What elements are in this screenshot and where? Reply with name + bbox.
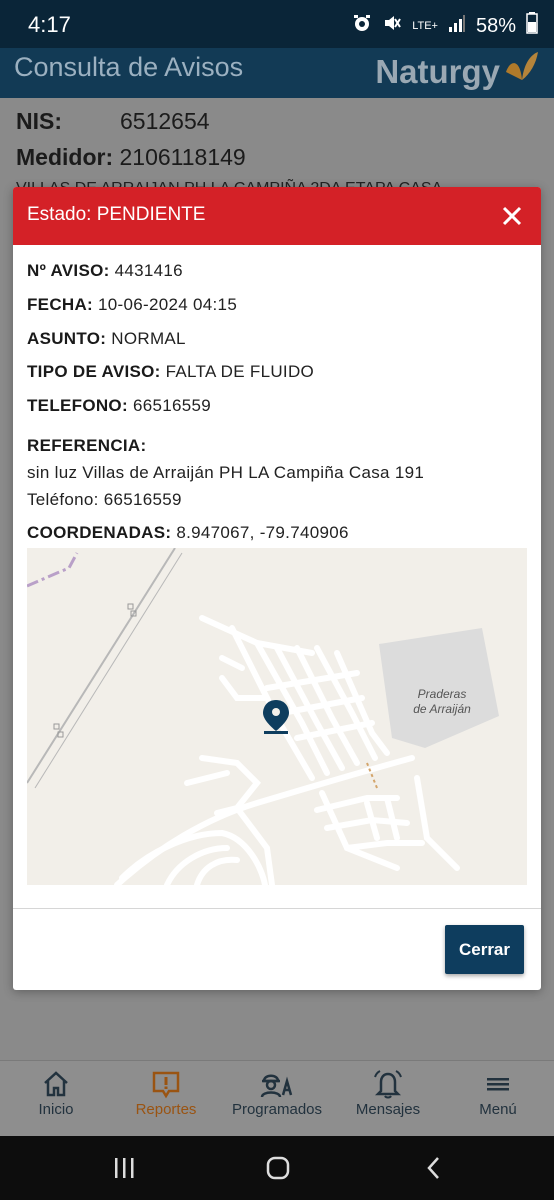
back-icon: [427, 1157, 439, 1179]
system-nav-bar: [0, 1136, 554, 1200]
field-label: TELEFONO:: [27, 396, 128, 415]
field-coordenadas: COORDENADAS: 8.947067, -79.740906: [27, 523, 349, 543]
referencia-label: REFERENCIA:: [27, 436, 147, 455]
field-label: Nº AVISO:: [27, 261, 110, 280]
network-label: LTE+: [412, 20, 438, 32]
field-value: FALTA DE FLUIDO: [165, 362, 315, 381]
nav-item-reportes[interactable]: Reportes: [128, 1067, 204, 1118]
nav-label: Inicio: [38, 1101, 74, 1118]
mute-icon: [382, 13, 402, 39]
battery-icon: [526, 12, 538, 40]
status-icons: LTE+ 58%: [352, 12, 538, 40]
nav-item-menu[interactable]: Menú: [470, 1067, 526, 1118]
recent-apps-icon: [115, 1158, 134, 1178]
butterfly-icon: [502, 50, 540, 95]
hamburger-icon: [470, 1067, 526, 1101]
dialog-title: Estado: PENDIENTE: [27, 204, 206, 225]
field-telefono: TELEFONO: 66516559: [27, 396, 211, 416]
coordenadas-label: COORDENADAS:: [27, 523, 172, 542]
aviso-detail-dialog: Estado: PENDIENTE Nº AVISO: 4431416 FECH…: [13, 187, 541, 990]
field-fecha: FECHA: 10-06-2024 04:15: [27, 295, 237, 315]
home-circle-icon: [266, 1156, 290, 1180]
recent-apps-button[interactable]: [112, 1156, 136, 1185]
field-asunto: ASUNTO: NORMAL: [27, 329, 186, 349]
bottom-navigation: Inicio Reportes Programados Mensajes Men…: [0, 1060, 554, 1136]
bell-icon: [348, 1067, 428, 1101]
status-bar: 4:17 LTE+ 58%: [0, 0, 554, 48]
brand-logo: Naturgy: [375, 50, 540, 94]
worker-icon: [224, 1067, 330, 1101]
referencia-line: sin luz Villas de Arraiján PH LA Campiña…: [27, 463, 425, 482]
close-icon: [502, 206, 522, 226]
nis-label: NIS:: [16, 108, 62, 134]
coordenadas-value: 8.947067, -79.740906: [176, 523, 349, 542]
nav-label: Programados: [231, 1101, 323, 1118]
brand-name: Naturgy: [375, 53, 500, 90]
nav-item-inicio[interactable]: Inicio: [28, 1067, 84, 1118]
referencia-line: Teléfono: 66516559: [27, 490, 182, 509]
medidor-label: Medidor:: [16, 144, 114, 170]
dialog-divider: [13, 908, 541, 909]
dialog-header: Estado: PENDIENTE: [13, 187, 541, 245]
map-label: de Arraiján: [413, 702, 471, 716]
nav-item-programados[interactable]: Programados: [224, 1067, 330, 1118]
medidor-value: 2106118149: [119, 144, 246, 170]
field-tipo-aviso: TIPO DE AVISO: FALTA DE FLUIDO: [27, 362, 314, 382]
alarm-icon: [352, 13, 372, 39]
nav-label: Reportes: [135, 1101, 197, 1118]
field-aviso: Nº AVISO: 4431416: [27, 261, 183, 281]
field-label: FECHA:: [27, 295, 94, 314]
field-label: TIPO DE AVISO:: [27, 362, 161, 381]
nav-label: Mensajes: [355, 1101, 421, 1118]
back-button[interactable]: [424, 1156, 444, 1185]
app-header: Consulta de Avisos Naturgy: [0, 48, 554, 98]
nav-item-mensajes[interactable]: Mensajes: [348, 1067, 428, 1118]
cerrar-button[interactable]: Cerrar: [445, 925, 524, 974]
status-time: 4:17: [28, 12, 71, 37]
field-label: ASUNTO:: [27, 329, 107, 348]
location-map[interactable]: Praderas de Arraiján: [27, 548, 527, 885]
home-nav-button[interactable]: [265, 1156, 291, 1185]
home-icon: [28, 1067, 84, 1101]
medidor-row: Medidor: 2106118149: [16, 144, 246, 171]
nis-row: NIS: 6512654: [16, 108, 210, 135]
nav-label: Menú: [479, 1101, 517, 1118]
signal-icon: [448, 13, 466, 39]
close-button[interactable]: [497, 201, 527, 231]
field-value: 10-06-2024 04:15: [98, 295, 238, 314]
report-icon: [128, 1067, 204, 1101]
field-value: 4431416: [114, 261, 183, 280]
field-value: NORMAL: [111, 329, 186, 348]
map-label: Praderas: [418, 687, 467, 701]
nis-value: 6512654: [120, 108, 210, 134]
field-value: 66516559: [132, 396, 211, 415]
battery-percent: 58%: [475, 14, 516, 37]
page-title: Consulta de Avisos: [14, 52, 244, 82]
